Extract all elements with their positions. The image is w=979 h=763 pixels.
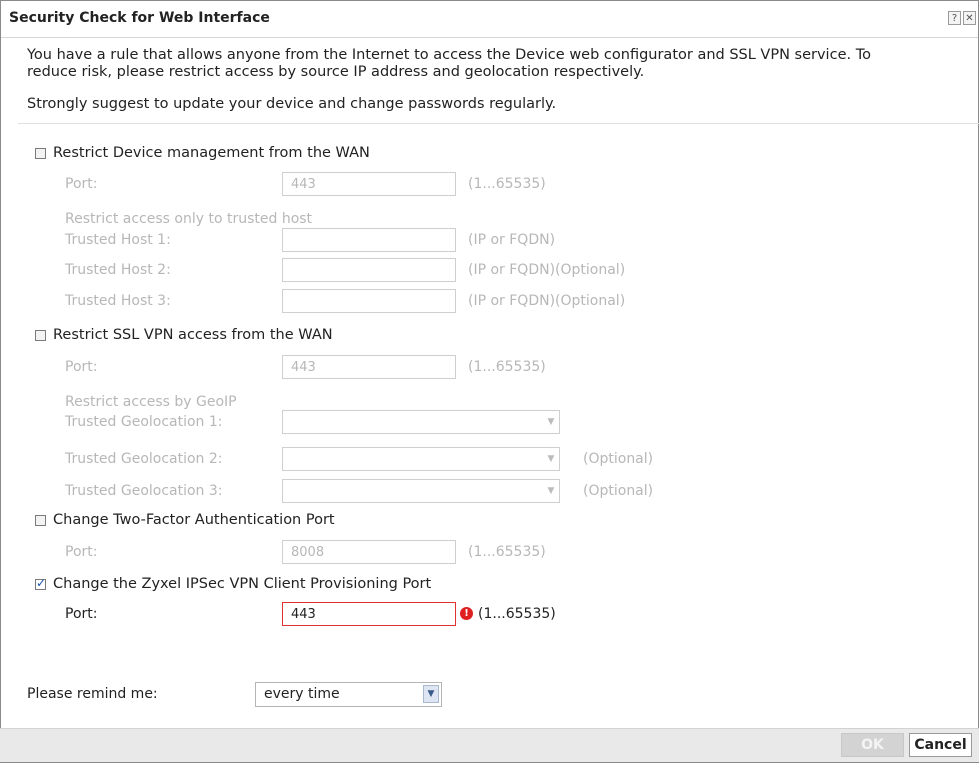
trusted-host3-hint: (IP or FQDN)(Optional) bbox=[468, 293, 626, 309]
twofa-port-label: Port: bbox=[65, 544, 98, 560]
trusted-host1-input[interactable] bbox=[282, 228, 456, 252]
trusted-host2-hint: (IP or FQDN)(Optional) bbox=[468, 262, 626, 278]
close-button[interactable]: ✕ bbox=[963, 11, 976, 25]
trusted-host2-label: Trusted Host 2: bbox=[65, 262, 171, 278]
sslvpn-port-hint: (1...65535) bbox=[468, 359, 546, 375]
ok-button[interactable]: OK bbox=[841, 733, 904, 757]
intro-text-line2: reduce risk, please restrict access by s… bbox=[27, 64, 645, 80]
geo3-label: Trusted Geolocation 3: bbox=[65, 483, 223, 499]
restrict-sslvpn-checkbox[interactable] bbox=[35, 329, 46, 341]
twofa-row[interactable]: Change Two-Factor Authentication Port bbox=[35, 512, 335, 528]
mgmt-port-label: Port: bbox=[65, 176, 98, 192]
divider bbox=[18, 123, 979, 124]
cancel-button[interactable]: Cancel bbox=[909, 733, 972, 757]
security-check-dialog: Security Check for Web Interface ? ✕ bbox=[0, 0, 979, 763]
twofa-port-hint: (1...65535) bbox=[468, 544, 546, 560]
geo2-hint: (Optional) bbox=[583, 451, 654, 467]
restrict-sslvpn-row[interactable]: Restrict SSL VPN access from the WAN bbox=[35, 327, 333, 343]
dialog-title: Security Check for Web Interface bbox=[9, 10, 270, 26]
mgmt-port-input[interactable]: 443 bbox=[282, 172, 456, 196]
sslvpn-port-input[interactable]: 443 bbox=[282, 355, 456, 379]
suggest-text: Strongly suggest to update your device a… bbox=[27, 96, 557, 112]
title-bar: Security Check for Web Interface ? ✕ bbox=[1, 1, 978, 38]
chevron-down-icon: ▼ bbox=[547, 486, 555, 496]
sslvpn-port-label: Port: bbox=[65, 359, 98, 375]
restrict-mgmt-row[interactable]: Restrict Device management from the WAN bbox=[35, 145, 370, 161]
trusted-host1-hint: (IP or FQDN) bbox=[468, 232, 556, 248]
remind-select-value: every time bbox=[264, 686, 340, 702]
remind-label: Please remind me: bbox=[27, 686, 158, 702]
geo1-label: Trusted Geolocation 1: bbox=[65, 414, 223, 430]
ipsec-port-input[interactable]: 443 bbox=[282, 602, 456, 626]
twofa-checkbox[interactable] bbox=[35, 514, 46, 526]
geo3-hint: (Optional) bbox=[583, 483, 654, 499]
twofa-label: Change Two-Factor Authentication Port bbox=[53, 512, 335, 528]
ipsec-label: Change the Zyxel IPSec VPN Client Provis… bbox=[53, 576, 432, 592]
mgmt-port-hint: (1...65535) bbox=[468, 176, 546, 192]
chevron-down-icon: ▼ bbox=[547, 454, 555, 464]
help-button[interactable]: ? bbox=[948, 11, 961, 25]
trusted-host3-label: Trusted Host 3: bbox=[65, 293, 171, 309]
ipsec-port-label: Port: bbox=[65, 606, 98, 622]
ipsec-row[interactable]: Change the Zyxel IPSec VPN Client Provis… bbox=[35, 576, 431, 592]
trusted-host1-label: Trusted Host 1: bbox=[65, 232, 171, 248]
intro-text-line1: You have a rule that allows anyone from … bbox=[27, 47, 871, 63]
ipsec-port-hint: (1...65535) bbox=[478, 606, 556, 622]
trusted-host3-input[interactable] bbox=[282, 289, 456, 313]
trusted-host2-input[interactable] bbox=[282, 258, 456, 282]
geo2-label: Trusted Geolocation 2: bbox=[65, 451, 223, 467]
ipsec-checkbox[interactable] bbox=[35, 576, 46, 590]
chevron-down-icon: ▼ bbox=[547, 417, 555, 427]
restrict-sslvpn-label: Restrict SSL VPN access from the WAN bbox=[53, 327, 333, 343]
geoip-heading: Restrict access by GeoIP bbox=[65, 394, 237, 410]
trusted-host-heading: Restrict access only to trusted host bbox=[65, 211, 313, 227]
geo2-select[interactable]: ▼ bbox=[282, 447, 560, 471]
restrict-mgmt-label: Restrict Device management from the WAN bbox=[53, 145, 370, 161]
title-bar-buttons: ? ✕ bbox=[948, 11, 976, 25]
geo3-select[interactable]: ▼ bbox=[282, 479, 560, 503]
twofa-port-input[interactable]: 8008 bbox=[282, 540, 456, 564]
error-icon: ! bbox=[460, 607, 473, 620]
dialog-footer bbox=[0, 728, 979, 762]
restrict-mgmt-checkbox[interactable] bbox=[35, 147, 46, 159]
remind-select[interactable]: every time ▼ bbox=[255, 682, 442, 707]
chevron-down-icon: ▼ bbox=[423, 685, 439, 703]
geo1-select[interactable]: ▼ bbox=[282, 410, 560, 434]
